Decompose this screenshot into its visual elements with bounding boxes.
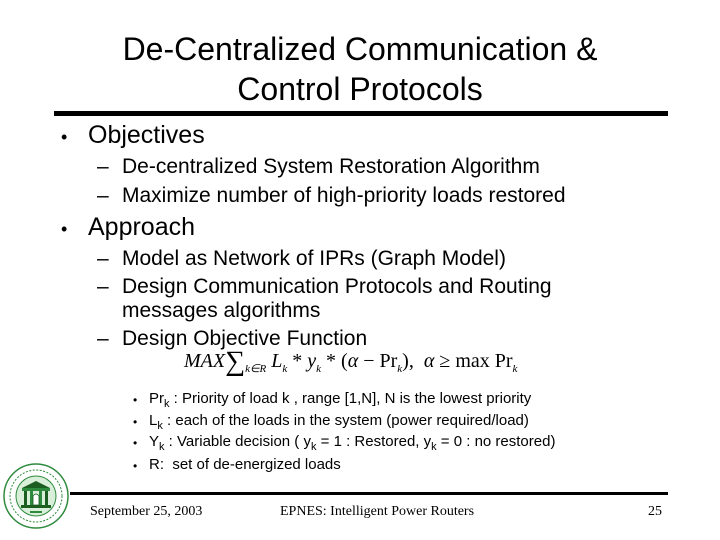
slide-title-line-1: De-Centralized Communication &: [122, 31, 598, 67]
bullet-heading: Approach: [88, 213, 196, 241]
formula-times: *: [287, 350, 308, 372]
definition-symbol: Pr: [149, 390, 164, 407]
objective-function-formula: MAX∑k∈R Lk * yk * (α − Prk), α ≥ max Prk: [184, 348, 517, 382]
footer-date: September 25, 2003: [90, 504, 203, 519]
sub-bullet-text: Maximize number of high-priority loads r…: [122, 184, 566, 207]
footer-title: EPNES: Intelligent Power Routers: [280, 504, 475, 519]
dash-icon: –: [97, 247, 109, 270]
definition-description: : Variable decision ( y: [164, 433, 311, 450]
formula-paren: ),: [402, 350, 414, 372]
dash-icon: –: [97, 327, 109, 350]
sub-bullet-text: Design Communication Protocols and Routi…: [122, 275, 552, 298]
slide-title: De-Centralized Communication & Control P…: [60, 29, 660, 109]
sub-bullet-text: messages algorithms: [122, 299, 321, 322]
sum-index: k∈R: [245, 363, 267, 375]
dash-icon: –: [97, 184, 109, 207]
formula-alpha: α: [423, 350, 435, 372]
seal-date-mark: [30, 511, 42, 513]
bullet-icon: •: [61, 219, 68, 239]
formula-constraint: ≥ max Pr: [434, 350, 513, 372]
definition-text: R: set of de-energized loads: [149, 455, 341, 475]
bullet-icon: •: [61, 127, 68, 147]
formula-decision: y: [307, 350, 317, 372]
dash-icon: –: [97, 275, 109, 298]
bullet-icon: •: [133, 393, 138, 407]
definition-description: = 1 : Restored, y: [316, 433, 432, 450]
definition-text: Yk : Variable decision ( yk = 1 : Restor…: [149, 432, 555, 457]
slide-number: 25: [648, 504, 662, 519]
formula-paren: (: [341, 350, 348, 372]
definition-description: set of de-energized loads: [164, 456, 341, 473]
university-seal-logo: [3, 463, 69, 529]
title-divider: [54, 111, 668, 116]
formula-alpha: α: [347, 350, 359, 372]
sub-bullet-text: De-centralized System Restoration Algori…: [122, 155, 540, 178]
bullet-icon: •: [133, 415, 138, 429]
formula-load: L: [271, 350, 283, 372]
bullet-icon: •: [133, 459, 138, 473]
sub-bullet-text: Model as Network of IPRs (Graph Model): [122, 247, 506, 270]
bullet-icon: •: [133, 436, 138, 450]
dash-icon: –: [97, 155, 109, 178]
slide-title-line-2: Control Protocols: [237, 71, 483, 107]
definition-symbol: R:: [149, 456, 164, 473]
formula-max: MAX: [184, 350, 226, 372]
definition-description: : each of the loads in the system (power…: [162, 412, 529, 429]
definition-symbol: Y: [149, 433, 160, 450]
formula-subscript: k: [512, 363, 518, 375]
bullet-heading: Objectives: [88, 121, 205, 149]
definition-description: = 0 : no restored): [436, 433, 556, 450]
definition-description: : Priority of load k , range [1,N], N is…: [169, 390, 532, 407]
formula-times: *: [321, 350, 342, 372]
formula-priority: − Pr: [358, 350, 398, 372]
footer-divider: [70, 492, 668, 495]
sum-symbol: ∑: [225, 346, 246, 377]
